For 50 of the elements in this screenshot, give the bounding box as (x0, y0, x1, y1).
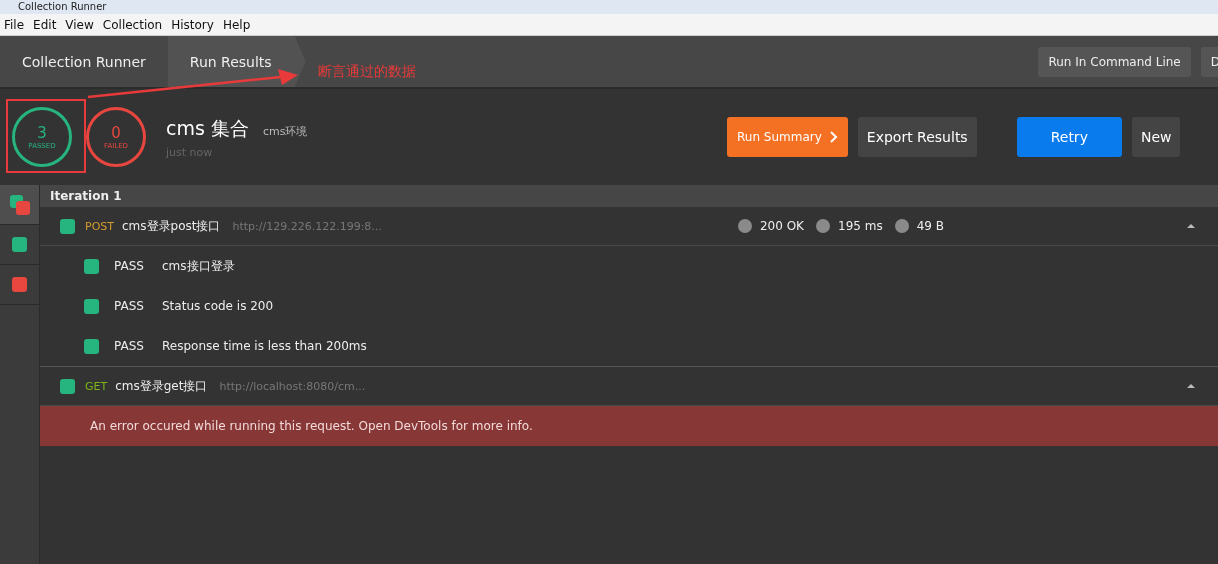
annotation-text: 断言通过的数据 (318, 63, 416, 81)
menu-item[interactable]: History (171, 17, 214, 32)
response-stat: 200 OK (759, 219, 804, 233)
fail-status-icon (12, 277, 27, 292)
failed-count: 0 (111, 124, 121, 142)
test-result: PASS (114, 259, 145, 273)
stat-dot-icon (816, 219, 830, 233)
action-button[interactable]: Export Results (857, 117, 977, 157)
stat-dot-icon (737, 219, 752, 233)
action-button[interactable]: Retry (1016, 117, 1122, 157)
menu-item[interactable]: File (4, 17, 25, 32)
action-button[interactable]: New (1131, 117, 1181, 157)
menu-item[interactable]: Collection (102, 17, 163, 32)
iteration-heading: Iteration 1 (50, 189, 122, 203)
environment-name: cms环境 (262, 123, 308, 139)
stat-dot-icon (894, 219, 909, 233)
iteration-filter[interactable] (0, 185, 39, 225)
test-name: Status code is 200 (162, 299, 274, 313)
test-name: cms接口登录 (162, 257, 235, 275)
test-status-icon (84, 338, 99, 354)
menu-item[interactable]: Help (222, 17, 251, 32)
test-result: PASS (114, 299, 145, 313)
error-message: An error occured while running this request. Open DevTools for more info. (90, 419, 533, 433)
passed-count: 3 (37, 124, 47, 142)
request-method: GET (85, 379, 108, 393)
breadcrumb-tab[interactable]: Run Results (167, 36, 306, 87)
test-status-icon (84, 258, 99, 274)
header-button[interactable]: Run In Command Line (1038, 46, 1191, 77)
response-stat: 195 ms (838, 219, 883, 233)
menu-item[interactable]: View (65, 17, 94, 32)
menu-item[interactable]: Edit (33, 17, 57, 32)
mixed-status-icon (8, 193, 31, 216)
request-url: http://129.226.122.199:8... (232, 219, 382, 233)
request-status-icon (60, 378, 75, 394)
collapse-caret-icon[interactable] (1186, 223, 1196, 229)
collapse-caret-icon[interactable] (1186, 383, 1196, 389)
test-status-icon (84, 298, 99, 314)
window-title: Collection Runner (18, 1, 107, 13)
response-stat: 49 B (916, 219, 944, 233)
request-method: POST (85, 219, 114, 233)
request-status-icon (60, 218, 75, 234)
request-url: http://localhost:8080/cm... (219, 379, 366, 393)
pass-status-icon (12, 237, 27, 252)
test-name: Response time is less than 200ms (162, 339, 367, 353)
test-result: PASS (114, 339, 145, 353)
chevron-icon (829, 131, 838, 143)
request-name: cms登录post接口 (122, 217, 221, 235)
breadcrumb-tab[interactable]: Collection Runner (0, 36, 168, 87)
collection-name: cms 集合 (166, 115, 249, 141)
request-name: cms登录get接口 (115, 377, 208, 395)
